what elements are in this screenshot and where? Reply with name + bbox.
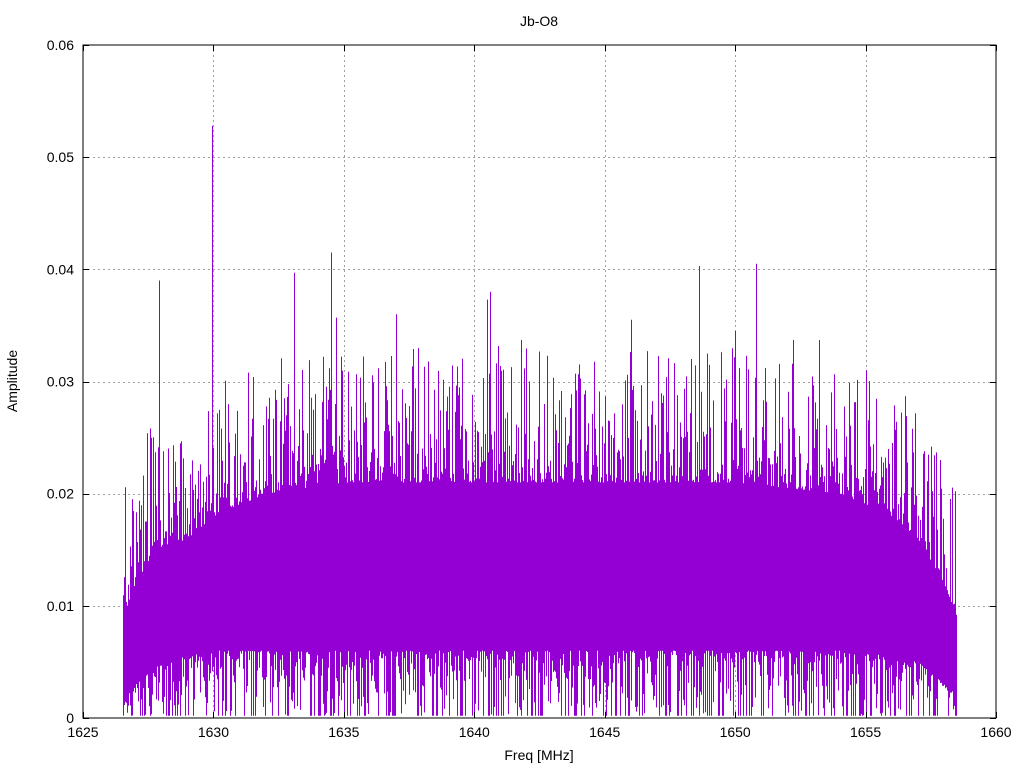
x-tick-label: 1655 [850,724,881,740]
chart-title: Jb-O8 [520,13,558,29]
x-tick-label: 1640 [459,724,490,740]
y-tick-label: 0.06 [47,37,74,53]
x-tick-label: 1625 [67,724,98,740]
x-tick-label: 1650 [720,724,751,740]
x-axis-label: Freq [MHz] [504,747,573,763]
y-axis-label: Amplitude [4,350,20,412]
plot-area [123,125,957,716]
x-tick-label: 1645 [589,724,620,740]
y-tick-label: 0.04 [47,261,74,277]
y-tick-label: 0.05 [47,149,74,165]
y-tick-label: 0.02 [47,486,74,502]
y-tick-labels: 0 0.01 0.02 0.03 0.04 0.05 0.06 [47,37,74,726]
x-tick-label: 1630 [198,724,229,740]
spectrum-chart: 1625 1630 1635 1640 1645 1650 1655 1660 0 0.01 0.… [4,13,1012,763]
y-tick-label: 0 [66,710,74,726]
x-tick-labels: 1625 1630 1635 1640 1645 1650 1655 1660 [67,724,1011,740]
y-tick-label: 0.01 [47,598,74,614]
spectrum-trace [123,346,957,716]
x-tick-label: 1660 [980,724,1011,740]
y-tick-label: 0.03 [47,374,74,390]
x-tick-label: 1635 [328,724,359,740]
